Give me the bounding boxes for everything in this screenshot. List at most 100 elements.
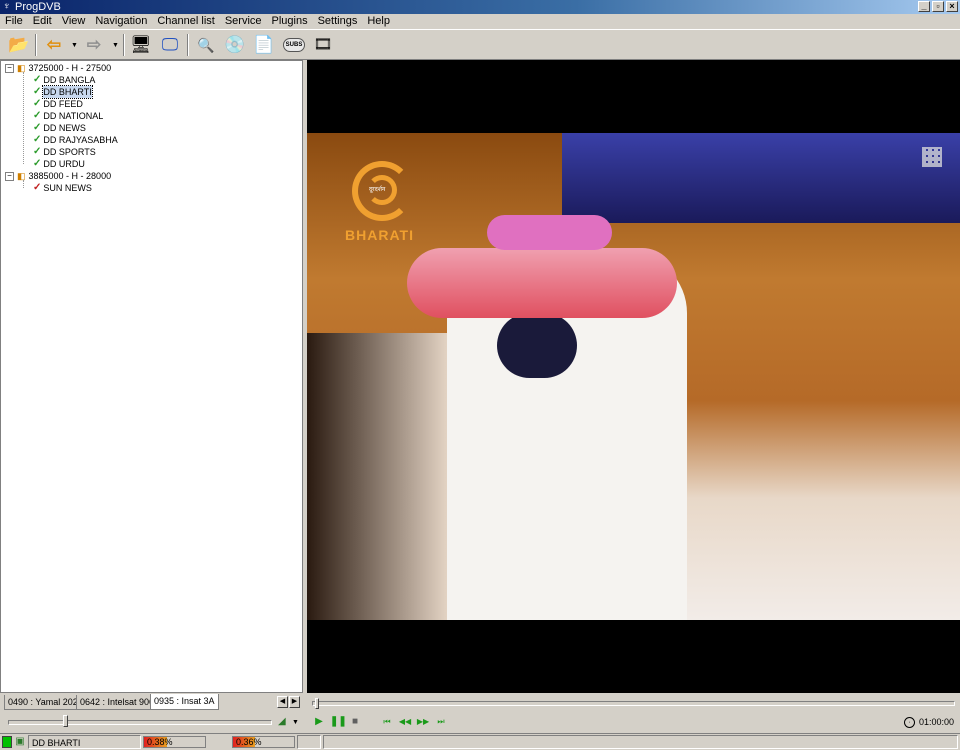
record-button[interactable]: 💿 <box>223 33 247 57</box>
back-dropdown-icon[interactable]: ▼ <box>71 42 78 49</box>
signal-quality-text: 0.36% <box>236 737 262 747</box>
tree-channel-item[interactable]: ✓ DD FEED <box>33 98 83 110</box>
back-button[interactable]: ⇦ <box>42 33 66 57</box>
stop-button[interactable]: ■ <box>348 715 362 729</box>
scan-button[interactable]: 🔍 <box>194 33 218 57</box>
tree-channel-item[interactable]: ✓ DD RAJYASABHA <box>33 134 118 146</box>
menu-edit[interactable]: Edit <box>28 14 57 29</box>
menu-file[interactable]: File <box>0 14 28 29</box>
pause-button[interactable]: ❚❚ <box>330 715 347 729</box>
checkmark-icon: ✓ <box>33 134 42 145</box>
teletext-button[interactable]: 🎞 <box>311 33 335 57</box>
channel-label: DD BANGLA <box>43 75 96 85</box>
channel-label: DD SPORTS <box>43 147 96 157</box>
status-bar: ▣ DD BHARTI 0.38% 0.36% <box>0 733 960 750</box>
volume-slider[interactable] <box>8 720 272 725</box>
status-channel: DD BHARTI <box>28 735 141 749</box>
fast-forward-button[interactable]: ▶▶ <box>416 715 430 729</box>
film-icon: 🎞 <box>313 36 333 53</box>
tree-group[interactable]: − ◧ 3725000 - H - 27500 <box>5 62 111 74</box>
rewind-button[interactable]: ◀◀ <box>398 715 412 729</box>
video-area[interactable]: दूरदर्शन BHARATI <box>307 60 960 693</box>
forward-button[interactable]: ⇨ <box>82 33 106 57</box>
satellite-tabs: 0490 : Yamal 202 0642 : Intelsat 906 093… <box>0 693 303 711</box>
menu-view[interactable]: View <box>57 14 91 29</box>
channel-label: DD FEED <box>43 99 83 109</box>
speaker-icon[interactable]: ◢ <box>278 716 286 727</box>
tree-channel-item[interactable]: ✓ DD BANGLA <box>33 74 95 86</box>
checkmark-icon: ✓ <box>33 146 42 157</box>
tree-group[interactable]: − ◧ 3885000 - H - 28000 <box>5 170 111 182</box>
play-icon: ▶ <box>315 716 323 727</box>
tv-output-button[interactable]: 🖥 <box>129 33 153 57</box>
subtitles-button[interactable]: SUBS <box>282 33 306 57</box>
collapse-icon[interactable]: − <box>5 171 14 181</box>
checkmark-red-icon: ✓ <box>33 182 42 193</box>
menu-service[interactable]: Service <box>220 14 267 29</box>
tabs-scroll-left-button[interactable]: ◀ <box>277 696 288 708</box>
tabs-scroll-right-button[interactable]: ▶ <box>289 696 300 708</box>
channel-tree: − ◧ 3725000 - H - 27500 ✓ DD BANGLA ✓ DD BHART… <box>0 60 303 693</box>
tree-channel-item[interactable]: ✓ DD NATIONAL <box>33 110 103 122</box>
minimize-button[interactable]: _ <box>918 1 930 12</box>
playback-controls: ▶ ❚❚ ■ ⏮ ◀◀ ▶▶ ⏭ · 01:00:00 <box>307 693 960 733</box>
tree-channel-item[interactable]: ✓ DD SPORTS <box>33 146 96 158</box>
tree-channel-item[interactable]: ✓ DD BHARTI <box>33 85 93 99</box>
menu-bar: File Edit View Navigation Channel list S… <box>0 14 960 29</box>
seek-thumb[interactable] <box>315 698 319 709</box>
channel-label: SUN NEWS <box>43 183 92 193</box>
skip-back-icon: ⏮ <box>383 717 391 726</box>
channel-logo-text: BHARATI <box>345 227 414 243</box>
skip-back-button[interactable]: ⏮ <box>380 715 394 729</box>
time-readout: 01:00:00 <box>918 717 954 727</box>
subs-icon: SUBS <box>282 38 306 52</box>
tree-channel-item[interactable]: ✓ SUN NEWS <box>33 182 92 194</box>
forward-dropdown-icon[interactable]: ▼ <box>112 42 119 49</box>
tab-insat-3a[interactable]: 0935 : Insat 3A <box>150 694 219 710</box>
volume-row: ◢ ▼ <box>0 711 303 733</box>
volume-thumb[interactable] <box>63 715 69 727</box>
monitor-split-icon: 🖵 <box>161 35 179 54</box>
checkmark-icon: ✓ <box>33 158 42 169</box>
close-button[interactable]: × <box>946 1 958 12</box>
second-monitor-button[interactable]: 🖵 <box>158 33 182 57</box>
tree-group-label: 3725000 - H - 27500 <box>28 63 112 73</box>
tab-intelsat-906[interactable]: 0642 : Intelsat 906 <box>76 695 159 710</box>
document-icon: 📄 <box>253 35 275 54</box>
open-button[interactable]: 📂 <box>7 33 31 57</box>
monitor-icon: 🖥 <box>130 35 152 54</box>
channel-label: DD URDU <box>43 159 85 169</box>
channel-logo: दूरदर्शन <box>347 161 417 221</box>
channel-label: DD BHARTI <box>42 85 93 99</box>
skip-forward-icon: ⏭ <box>437 717 445 726</box>
back-icon: ⇦ <box>46 35 62 54</box>
menu-channel-list[interactable]: Channel list <box>152 14 219 29</box>
tree-channel-item[interactable]: ✓ DD URDU <box>33 158 85 170</box>
maximize-button[interactable]: ▫ <box>932 1 944 12</box>
app-icon: ♆ <box>3 1 11 12</box>
timeshift-duration[interactable]: · 01:00:00 <box>903 715 954 729</box>
menu-help[interactable]: Help <box>362 14 395 29</box>
status-cell-empty-1 <box>297 735 321 749</box>
epg-button[interactable]: 📄 <box>252 33 276 57</box>
seek-bar[interactable] <box>312 701 955 706</box>
tab-yamal-202[interactable]: 0490 : Yamal 202 <box>4 695 82 710</box>
channel-logo-mark: दूरदर्शन <box>369 187 386 193</box>
play-button[interactable]: ▶ <box>312 715 326 729</box>
channel-scan-icon: 🔍 <box>197 37 215 53</box>
channel-label: DD NEWS <box>43 123 86 133</box>
toolbar: 📂 ⇦ ▼ ⇨ ▼ 🖥 🖵 🔍 💿 📄 SUBS 🎞 <box>0 29 960 60</box>
tree-channel-item[interactable]: ✓ DD NEWS <box>33 122 86 134</box>
menu-settings[interactable]: Settings <box>313 14 363 29</box>
signal-level-meter: 0.38% <box>143 736 206 748</box>
audio-dropdown-icon[interactable]: ▼ <box>292 719 299 726</box>
collapse-icon[interactable]: − <box>5 63 14 73</box>
menu-plugins[interactable]: Plugins <box>267 14 313 29</box>
window-title: ProgDVB <box>15 1 61 13</box>
checkmark-icon: ✓ <box>33 110 42 121</box>
skip-forward-button[interactable]: ⏭ <box>434 715 448 729</box>
rewind-icon: ◀◀ <box>398 717 412 726</box>
menu-navigation[interactable]: Navigation <box>90 14 152 29</box>
channel-label: DD NATIONAL <box>43 111 104 121</box>
checkmark-icon: ✓ <box>33 74 42 85</box>
